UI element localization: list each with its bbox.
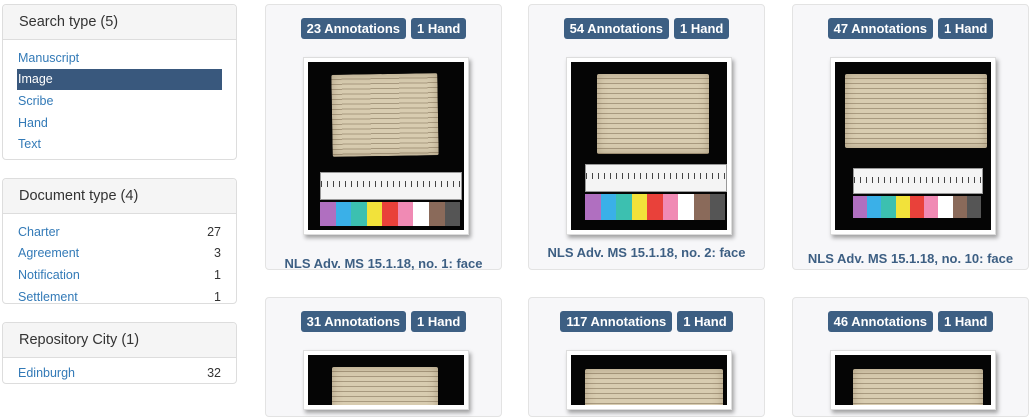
hands-badge[interactable]: 1 Hand: [411, 311, 467, 332]
hands-badge[interactable]: 1 Hand: [938, 18, 994, 39]
annotations-badge[interactable]: 117 Annotations: [560, 311, 673, 332]
parchment-image: [845, 74, 987, 148]
facet-count: 32: [207, 365, 221, 380]
badge-group: 23 Annotations 1 Hand: [266, 18, 501, 39]
scale-ruler: [853, 168, 983, 194]
facet-item-settlement[interactable]: Settlement 1: [17, 286, 222, 308]
facet-item-edinburgh[interactable]: Edinburgh 32: [17, 362, 222, 384]
facet-item-notification[interactable]: Notification 1: [17, 264, 222, 286]
color-chart: [585, 194, 726, 220]
hands-badge[interactable]: 1 Hand: [411, 18, 467, 39]
result-card: 47 Annotations 1 Hand NLS Adv. MS 15.1.1…: [792, 4, 1029, 270]
annotations-badge[interactable]: 46 Annotations: [827, 311, 934, 332]
manuscript-thumbnail[interactable]: [566, 57, 732, 235]
badge-group: 31 Annotations 1 Hand: [266, 311, 501, 332]
result-card: 23 Annotations 1 Hand NLS Adv. MS 15.1.1…: [265, 4, 502, 271]
badge-group: 46 Annotations 1 Hand: [793, 311, 1028, 332]
facet-item-agreement[interactable]: Agreement 3: [17, 243, 222, 265]
facet-label: Charter: [18, 224, 60, 239]
facet-heading-repository-city: Repository City (1): [3, 323, 236, 358]
result-card: 31 Annotations 1 Hand: [265, 297, 502, 417]
facet-list-search-type: Manuscript Image Scribe Hand Text: [3, 40, 236, 161]
result-card: 117 Annotations 1 Hand: [528, 297, 765, 417]
parchment-image: [332, 367, 438, 405]
result-card: 46 Annotations 1 Hand: [792, 297, 1029, 417]
facet-item-hand[interactable]: Hand: [17, 112, 222, 134]
facet-label: Agreement: [18, 246, 80, 261]
hands-badge[interactable]: 1 Hand: [677, 311, 733, 332]
facet-list-document-type: Charter 27 Agreement 3 Notification 1 Settl…: [3, 214, 236, 313]
hands-badge[interactable]: 1 Hand: [938, 311, 994, 332]
manuscript-thumbnail[interactable]: [303, 57, 469, 235]
scale-ruler: [585, 164, 727, 192]
annotations-badge[interactable]: 54 Annotations: [563, 18, 670, 39]
color-chart: [320, 202, 461, 226]
facet-panel-search-type: Search type (5) Manuscript Image Scribe …: [2, 4, 237, 160]
manuscript-photo: [571, 62, 727, 230]
annotations-badge[interactable]: 47 Annotations: [827, 18, 934, 39]
manuscript-photo: [571, 355, 727, 405]
manuscript-thumbnail[interactable]: [303, 350, 469, 410]
facet-label: Scribe: [18, 93, 54, 108]
facet-count: 1: [214, 267, 221, 282]
facet-label: Hand: [18, 115, 48, 130]
facet-heading-document-type: Document type (4): [3, 179, 236, 214]
parchment-image: [331, 73, 439, 157]
manuscript-photo: [308, 62, 464, 230]
result-caption-link[interactable]: NLS Adv. MS 15.1.18, no. 1: face: [266, 256, 501, 271]
facet-label: Notification: [18, 267, 80, 282]
parchment-image: [597, 74, 709, 154]
facet-label: Settlement: [18, 289, 78, 304]
facet-item-scribe[interactable]: Scribe: [17, 90, 222, 112]
result-caption-link[interactable]: NLS Adv. MS 15.1.18, no. 10: face: [793, 251, 1028, 266]
facet-count: 3: [214, 246, 221, 261]
facet-item-image[interactable]: Image: [17, 68, 222, 91]
scale-ruler: [320, 172, 462, 200]
facet-label: Manuscript: [18, 50, 80, 65]
facet-count: 1: [214, 289, 221, 304]
manuscript-thumbnail[interactable]: [830, 350, 996, 410]
facet-heading-search-type: Search type (5): [3, 5, 236, 40]
manuscript-photo: [835, 355, 991, 405]
facet-label: Edinburgh: [18, 365, 75, 380]
manuscript-thumbnail[interactable]: [566, 350, 732, 410]
facet-item-charter[interactable]: Charter 27: [17, 221, 222, 243]
color-chart: [853, 196, 981, 218]
annotations-badge[interactable]: 23 Annotations: [300, 18, 407, 39]
facet-list-repository-city: Edinburgh 32: [3, 358, 236, 390]
facet-item-text[interactable]: Text: [17, 133, 222, 155]
badge-group: 54 Annotations 1 Hand: [529, 18, 764, 39]
facet-label: Text: [18, 137, 41, 152]
result-caption-link[interactable]: NLS Adv. MS 15.1.18, no. 2: face: [529, 245, 764, 260]
facet-item-manuscript[interactable]: Manuscript: [17, 47, 222, 69]
facet-count: 27: [207, 224, 221, 239]
result-card: 54 Annotations 1 Hand NLS Adv. MS 15.1.1…: [528, 4, 765, 270]
hands-badge[interactable]: 1 Hand: [674, 18, 730, 39]
manuscript-thumbnail[interactable]: [830, 57, 996, 235]
badge-group: 117 Annotations 1 Hand: [529, 311, 764, 332]
manuscript-photo: [308, 355, 464, 405]
manuscript-photo: [835, 62, 991, 230]
facet-label: Image: [18, 72, 53, 87]
annotations-badge[interactable]: 31 Annotations: [300, 311, 407, 332]
badge-group: 47 Annotations 1 Hand: [793, 18, 1028, 39]
facet-panel-document-type: Document type (4) Charter 27 Agreement 3 N…: [2, 178, 237, 304]
facet-panel-repository-city: Repository City (1) Edinburgh 32: [2, 322, 237, 384]
